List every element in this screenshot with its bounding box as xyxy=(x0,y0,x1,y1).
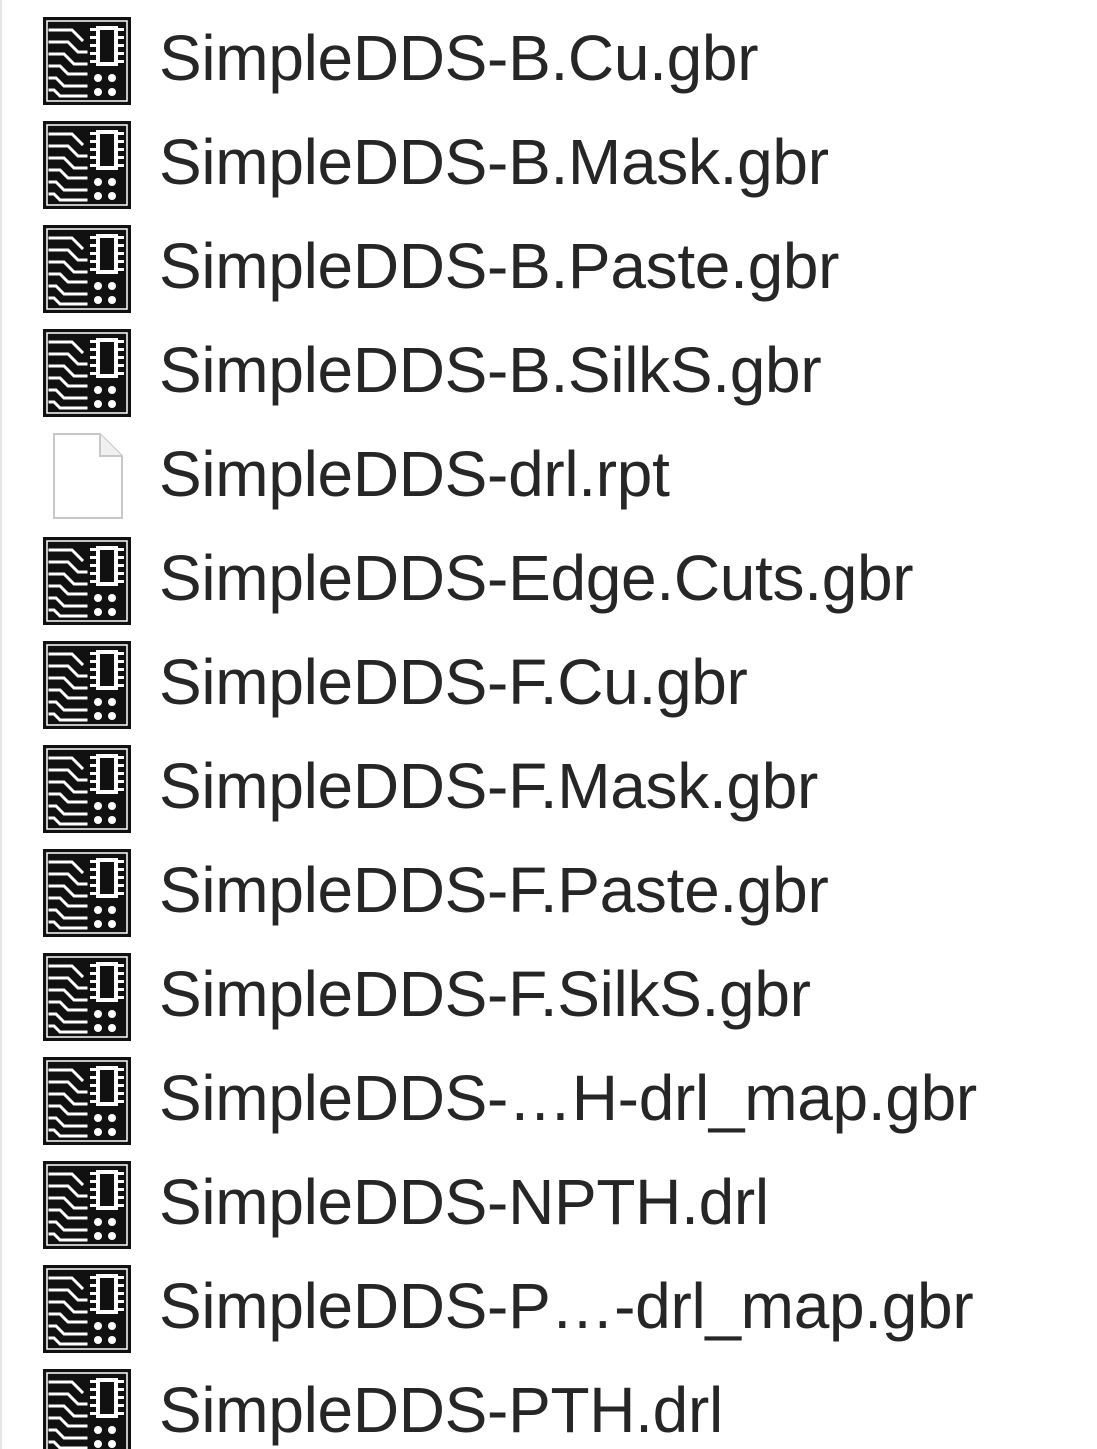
file-name: SimpleDDS-F.Mask.gbr xyxy=(159,750,819,822)
file-name: SimpleDDS-P…-drl_map.gbr xyxy=(159,1270,974,1342)
file-name: SimpleDDS-Edge.Cuts.gbr xyxy=(159,542,914,614)
gerber-file-icon xyxy=(42,640,132,730)
file-name: SimpleDDS-drl.rpt xyxy=(159,438,670,510)
file-name: SimpleDDS-…H-drl_map.gbr xyxy=(159,1062,977,1134)
file-name: SimpleDDS-B.Paste.gbr xyxy=(159,230,840,302)
file-row[interactable]: SimpleDDS-F.Paste.gbr xyxy=(2,832,1097,938)
gerber-file-icon xyxy=(42,848,132,938)
gerber-file-icon xyxy=(42,1264,132,1354)
file-name: SimpleDDS-PTH.drl xyxy=(159,1374,723,1446)
file-row[interactable]: SimpleDDS-F.Mask.gbr xyxy=(2,728,1097,834)
gerber-file-icon xyxy=(42,328,132,418)
gerber-file-icon xyxy=(42,952,132,1042)
gerber-file-icon xyxy=(42,1368,132,1449)
blank-document-icon xyxy=(42,432,132,522)
file-row[interactable]: SimpleDDS-drl.rpt xyxy=(2,416,1097,520)
gerber-file-icon xyxy=(42,744,132,834)
gerber-file-icon xyxy=(42,1056,132,1146)
file-name: SimpleDDS-B.Cu.gbr xyxy=(159,22,759,94)
gerber-file-icon xyxy=(42,1160,132,1250)
gerber-file-icon xyxy=(42,536,132,626)
gerber-file-icon xyxy=(42,120,132,210)
file-row[interactable]: SimpleDDS-…H-drl_map.gbr xyxy=(2,1040,1097,1146)
gerber-file-icon xyxy=(42,224,132,314)
file-row[interactable]: SimpleDDS-NPTH.drl xyxy=(2,1144,1097,1250)
file-name: SimpleDDS-B.Mask.gbr xyxy=(159,126,829,198)
file-name: SimpleDDS-F.Cu.gbr xyxy=(159,646,748,718)
file-name: SimpleDDS-NPTH.drl xyxy=(159,1166,769,1238)
file-list: SimpleDDS-B.Cu.gbr SimpleDDS-B.Mask.gbr … xyxy=(0,0,1097,1449)
file-row[interactable]: SimpleDDS-B.Mask.gbr xyxy=(2,104,1097,210)
file-row[interactable]: SimpleDDS-PTH.drl xyxy=(2,1352,1097,1449)
file-row[interactable]: SimpleDDS-P…-drl_map.gbr xyxy=(2,1248,1097,1354)
gerber-file-icon xyxy=(42,16,132,106)
file-row[interactable]: SimpleDDS-B.SilkS.gbr xyxy=(2,312,1097,418)
file-name: SimpleDDS-F.SilkS.gbr xyxy=(159,958,811,1030)
file-row[interactable]: SimpleDDS-B.Cu.gbr xyxy=(2,0,1097,106)
file-row[interactable]: SimpleDDS-F.SilkS.gbr xyxy=(2,936,1097,1042)
file-row[interactable]: SimpleDDS-B.Paste.gbr xyxy=(2,208,1097,314)
file-name: SimpleDDS-B.SilkS.gbr xyxy=(159,334,822,406)
file-row[interactable]: SimpleDDS-Edge.Cuts.gbr xyxy=(2,520,1097,626)
file-row[interactable]: SimpleDDS-F.Cu.gbr xyxy=(2,624,1097,730)
file-name: SimpleDDS-F.Paste.gbr xyxy=(159,854,829,926)
